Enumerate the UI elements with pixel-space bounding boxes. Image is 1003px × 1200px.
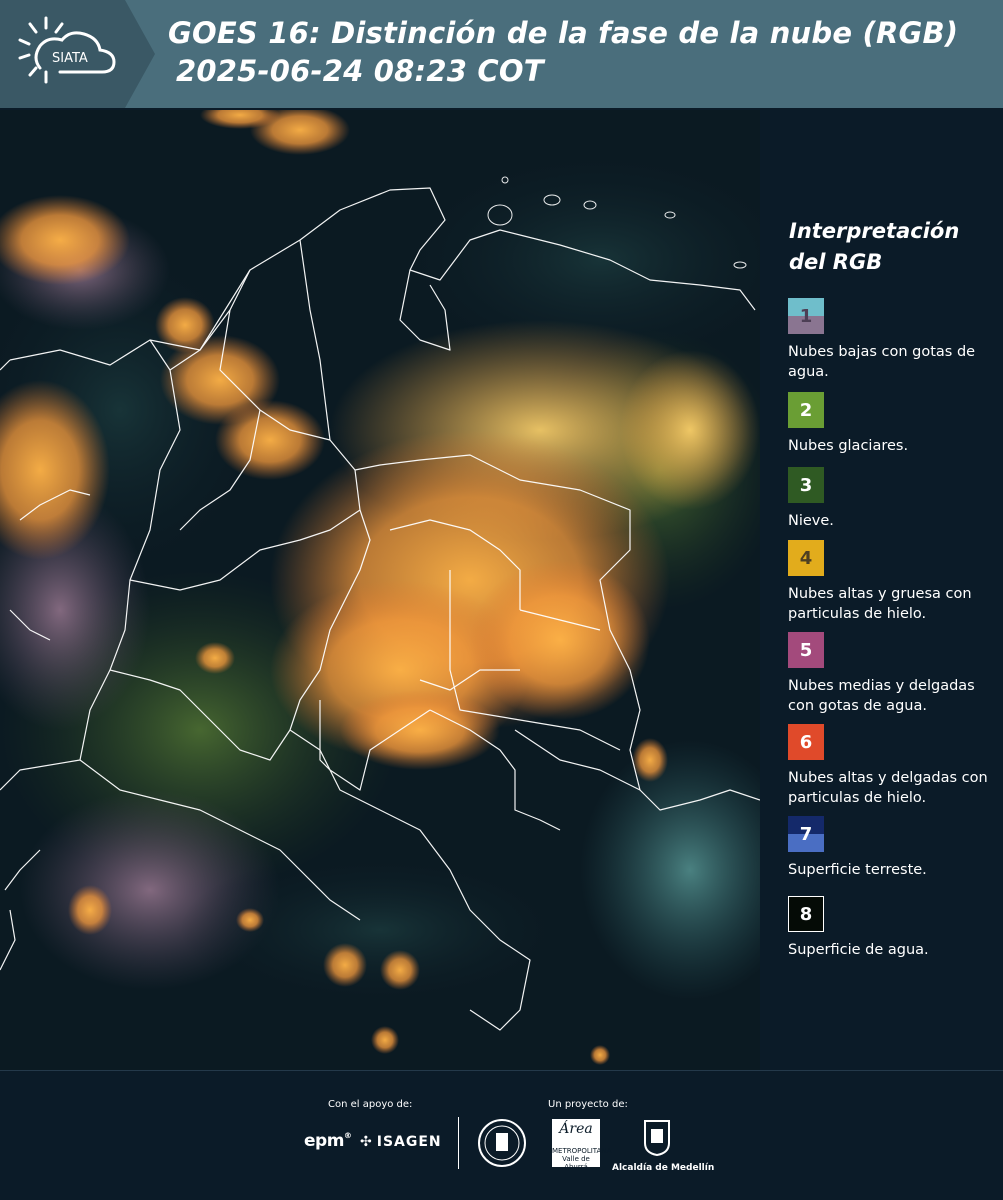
legend-swatch: 5 (788, 632, 824, 668)
legend-swatch: 3 (788, 467, 824, 503)
epm-logo: epm® (304, 1131, 352, 1151)
legend-item-5: 5 Nubes medias y delgadas con gotas de ag… (788, 632, 1003, 716)
header-bar: SIATA GOES 16: Distinción de la fase de … (0, 0, 1003, 108)
legend-item-7: 7 Superficie terreste. (788, 816, 1003, 880)
legend-item-2: 2 Nubes glaciares. (788, 392, 1003, 456)
legend-item-4: 4 Nubes altas y gruesa con particulas de … (788, 540, 1003, 624)
area-word: Área (559, 1121, 593, 1137)
legend-number: 2 (799, 399, 813, 421)
support-label: Con el apoyo de: (328, 1099, 413, 1110)
isagen-text: ISAGEN (376, 1134, 442, 1150)
legend-item-3: 3 Nieve. (788, 467, 1003, 531)
medellin-seal-icon (478, 1119, 526, 1167)
alcaldia-label: Alcaldía de Medellín (612, 1163, 715, 1173)
medellin-shield-icon (644, 1120, 670, 1157)
svg-text:SIATA: SIATA (52, 51, 88, 66)
alcaldia-logo: Alcaldía de Medellín (612, 1119, 715, 1173)
title-line1: GOES 16: Distinción de la fase de la nub… (168, 16, 959, 50)
area-label: METROPOLITANA Valle de Aburrá (552, 1147, 612, 1171)
legend-label: Nubes altas y delgadas con particulas de… (788, 770, 988, 806)
legend-item-1: 1 Nubes bajas con gotas de agua. (788, 298, 1003, 382)
legend-label: Superficie de agua. (788, 942, 929, 958)
footer: Con el apoyo de: Un proyecto de: epm® ✣ … (0, 1070, 1003, 1200)
siata-logo-icon: SIATA (0, 0, 155, 108)
isagen-icon: ✣ (360, 1134, 373, 1150)
legend-label: Nubes medias y delgadas con gotas de agu… (788, 678, 975, 714)
legend-number: 5 (799, 639, 813, 661)
satellite-image (0, 110, 760, 1070)
legend-swatch: 2 (788, 392, 824, 428)
legend-label: Nubes bajas con gotas de agua. (788, 344, 976, 380)
siata-logo: SIATA (0, 0, 155, 108)
satellite-map (0, 110, 760, 1070)
legend-swatch: 4 (788, 540, 824, 576)
legend-title: Interpretación del RGB (789, 219, 960, 274)
legend-panel: Interpretación del RGB 1 Nubes bajas con … (760, 110, 1003, 1070)
legend-label: Superficie terreste. (788, 862, 927, 878)
legend-swatch: 8 (788, 896, 824, 932)
legend-number: 4 (799, 547, 813, 569)
legend-swatch: 6 (788, 724, 824, 760)
page-title: GOES 16: Distinción de la fase de la nub… (168, 14, 958, 90)
title-line2: 2025-06-24 08:23 COT (176, 54, 544, 88)
legend-number: 6 (799, 731, 813, 753)
legend-label: Nubes glaciares. (788, 438, 909, 454)
legend-label: Nieve. (788, 513, 834, 529)
isagen-logo: ✣ ISAGEN (360, 1134, 442, 1150)
area-metropolitana-logo: Área METROPOLITANA Valle de Aburrá (552, 1119, 611, 1171)
legend-item-8: 8 Superficie de agua. (788, 896, 1003, 960)
legend-item-6: 6 Nubes altas y delgadas con particulas d… (788, 724, 1003, 808)
legend-swatch: 7 (788, 816, 824, 852)
epm-text: epm (304, 1131, 344, 1151)
project-label: Un proyecto de: (548, 1099, 628, 1110)
legend-label: Nubes altas y gruesa con particulas de h… (788, 586, 972, 622)
legend-number: 8 (799, 903, 813, 925)
legend-number: 3 (799, 474, 813, 496)
legend-swatch: 1 (788, 298, 824, 334)
legend-number: 1 (799, 305, 813, 327)
legend-number: 7 (799, 823, 813, 845)
footer-divider (458, 1117, 459, 1169)
